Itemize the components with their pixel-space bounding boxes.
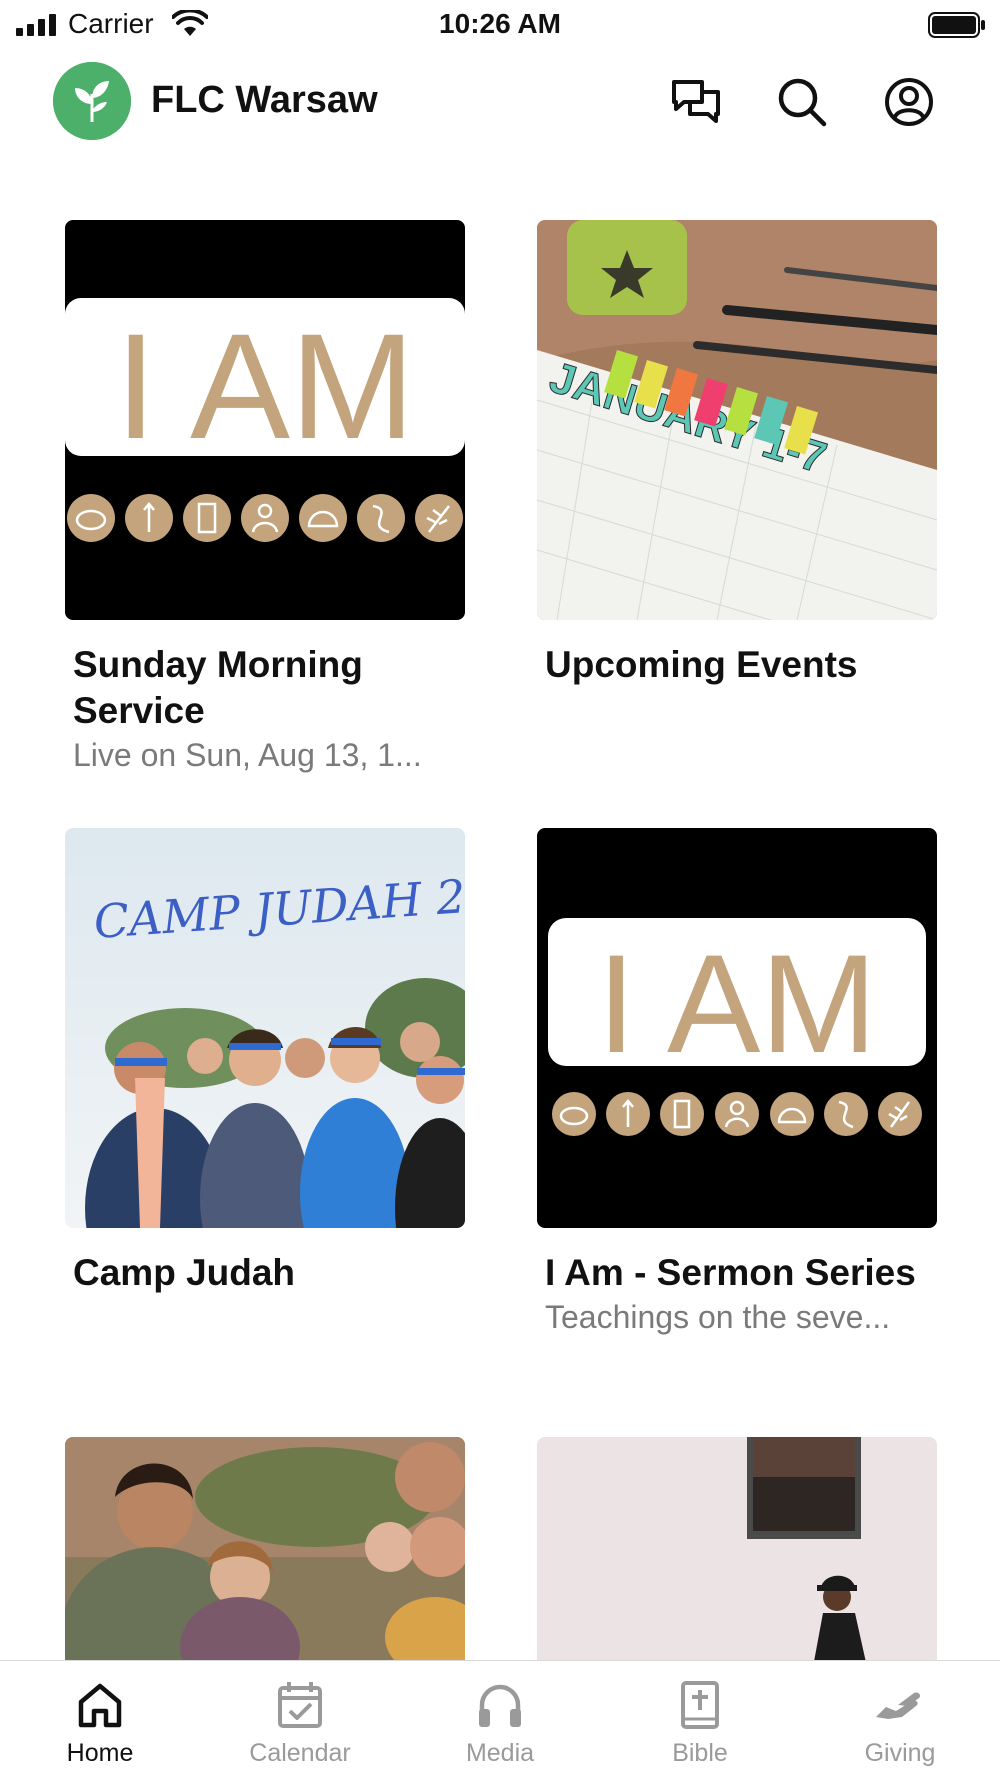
bible-icon (681, 1681, 719, 1729)
artwork-text: I AM (597, 925, 877, 1082)
giving-icon (876, 1692, 921, 1719)
card-thumbnail: JANUARY 1-7 (537, 220, 937, 620)
person-walking-photo (537, 1437, 937, 1660)
artwork-text: I AM (115, 302, 415, 470)
card-thumbnail (65, 1437, 465, 1660)
i-am-series-artwork: I AM (65, 220, 465, 620)
tab-label: Bible (672, 1739, 728, 1767)
card-title: Sunday Morning Service (73, 644, 363, 731)
tab-media[interactable]: Media (400, 1661, 600, 1778)
card-thumbnail: I AM (537, 828, 937, 1228)
headphones-icon (479, 1684, 521, 1727)
tab-bible[interactable]: Bible (600, 1661, 800, 1778)
tab-label: Media (465, 1739, 535, 1767)
card-community-photo[interactable] (65, 1437, 465, 1660)
tab-home[interactable]: Home (0, 1661, 200, 1778)
bottom-tab-bar: Home Calendar Media Bible Giving (0, 1660, 1000, 1778)
card-upcoming-events[interactable]: JANUARY 1-7 Upcoming Events (537, 220, 937, 688)
card-wall-photo[interactable] (537, 1437, 937, 1660)
calendar-planner-photo: JANUARY 1-7 (537, 220, 937, 620)
content-grid: I AM Sunday Morning Service Live on Sun,… (0, 0, 1000, 1660)
tab-label: Giving (864, 1739, 936, 1767)
calendar-icon (278, 1682, 322, 1728)
card-thumbnail (537, 1437, 937, 1660)
card-subtitle: Teachings on the seve... (545, 1299, 891, 1335)
home-icon (78, 1683, 122, 1728)
card-sunday-morning-service[interactable]: I AM Sunday Morning Service Live on Sun,… (65, 220, 465, 776)
card-thumbnail: I AM (65, 220, 465, 620)
card-i-am-sermon-series[interactable]: I AM I Am - Sermon Series Teachings on t… (537, 828, 937, 1338)
card-subtitle: Live on Sun, Aug 13, 1... (73, 737, 422, 773)
card-title: Camp Judah (73, 1252, 296, 1293)
card-title: I Am - Sermon Series (545, 1252, 916, 1293)
camp-judah-photo: CAMP JUDAH 2023 (65, 828, 465, 1228)
tab-giving[interactable]: Giving (800, 1661, 1000, 1778)
card-camp-judah[interactable]: CAMP JUDAH 2023 Camp Judah (65, 828, 465, 1296)
card-title: Upcoming Events (545, 644, 858, 685)
people-outdoors-photo (65, 1437, 465, 1660)
tab-calendar[interactable]: Calendar (200, 1661, 400, 1778)
i-am-series-artwork: I AM (537, 828, 937, 1228)
card-thumbnail: CAMP JUDAH 2023 (65, 828, 465, 1228)
tab-label: Home (66, 1739, 134, 1767)
tab-label: Calendar (249, 1739, 351, 1767)
